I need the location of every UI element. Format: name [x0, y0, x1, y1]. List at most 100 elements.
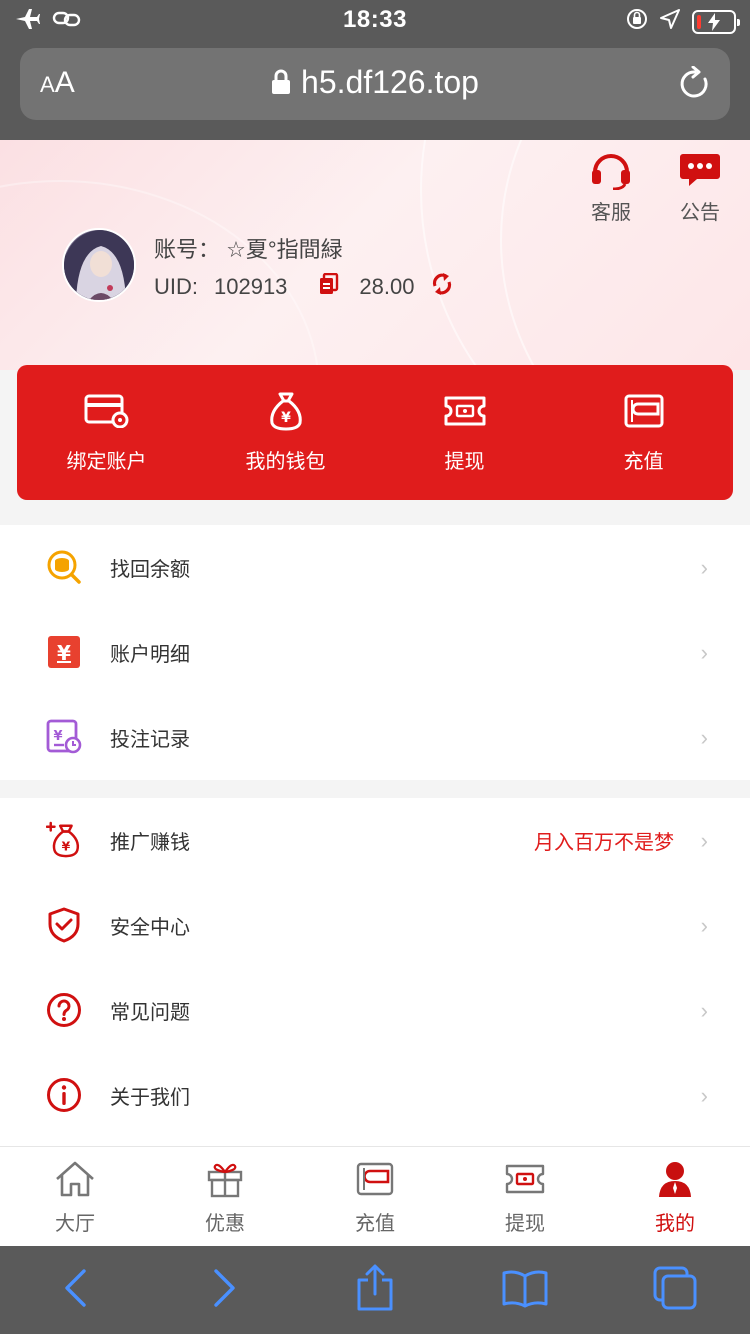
customer-service-label: 客服	[591, 202, 631, 224]
uid-label: UID:	[154, 274, 198, 299]
tabs-button[interactable]	[645, 1260, 705, 1320]
browser-toolbar	[0, 1246, 750, 1334]
tab-mine[interactable]: 我的	[600, 1147, 750, 1246]
lock-icon	[271, 66, 291, 103]
tab-label: 我的	[655, 1213, 695, 1235]
account-line: 账号： ☆夏°指間緑	[154, 232, 343, 264]
share-icon	[355, 1264, 395, 1317]
tabs-icon	[652, 1265, 698, 1316]
promo-slogan: 月入百万不是梦	[534, 832, 674, 854]
chevron-right-icon: ›	[700, 554, 708, 580]
uid-line: UID: 102913 28.00	[154, 272, 454, 302]
notice-label: 公告	[680, 202, 720, 224]
chevron-right-icon: ›	[700, 997, 708, 1023]
account-label: 账号：	[154, 237, 221, 262]
menu-item-about-us[interactable]: 关于我们 ›	[0, 1053, 750, 1138]
account-value: ☆夏°指間緑	[226, 237, 343, 262]
menu-item-recover-balance[interactable]: 找回余额 ›	[0, 525, 750, 610]
tab-label: 充值	[355, 1213, 395, 1235]
chevron-right-icon: ›	[700, 1082, 708, 1108]
svg-text:¥: ¥	[53, 729, 62, 744]
quick-action-label: 绑定账户	[66, 451, 147, 473]
status-bar: 18:33	[0, 0, 750, 44]
chevron-right-icon	[213, 1268, 237, 1313]
tab-label: 大厅	[55, 1213, 95, 1235]
avatar[interactable]	[62, 228, 136, 302]
chevron-right-icon: ›	[700, 724, 708, 750]
book-icon	[501, 1268, 549, 1313]
quick-action-label: 充值	[623, 451, 664, 473]
forward-button[interactable]	[195, 1260, 255, 1320]
browser-chrome-top: 18:33 AA h5.df126.top	[0, 0, 750, 140]
wallet-icon	[356, 1159, 394, 1199]
quick-action-label: 提现	[444, 451, 485, 473]
menu-item-label: 推广赚钱	[110, 832, 190, 854]
bookmarks-button[interactable]	[495, 1260, 555, 1320]
copy-icon[interactable]	[319, 272, 339, 301]
money-bag-icon: ¥	[266, 391, 306, 431]
tab-recharge[interactable]: 充值	[300, 1147, 450, 1246]
address-bar[interactable]: AA h5.df126.top	[20, 48, 730, 120]
menu-item-faq[interactable]: 常见问题 ›	[0, 968, 750, 1053]
menu-item-label: 账户明细	[110, 644, 190, 666]
customer-service-button[interactable]: 客服	[581, 150, 641, 225]
svg-text:¥: ¥	[281, 410, 291, 426]
uid-value: 102913	[214, 274, 288, 299]
url-text: h5.df126.top	[301, 64, 479, 100]
tab-label: 提现	[505, 1213, 545, 1235]
menu-item-account-details[interactable]: ¥ 账户明细 ›	[0, 610, 750, 695]
shield-check-icon	[46, 907, 82, 943]
menu-item-label: 关于我们	[110, 1087, 190, 1109]
chevron-right-icon: ›	[700, 827, 708, 853]
message-bubble-icon	[670, 150, 730, 190]
menu-item-label: 投注记录	[110, 729, 190, 751]
bind-card-icon	[84, 391, 130, 431]
menu-item-promote-earn[interactable]: ¥ 推广赚钱 月入百万不是梦 ›	[0, 798, 750, 883]
notice-button[interactable]: 公告	[670, 150, 730, 225]
chevron-left-icon	[63, 1268, 87, 1313]
menu-item-label: 常见问题	[110, 1002, 190, 1024]
svg-text:¥: ¥	[62, 839, 71, 853]
chevron-right-icon: ›	[700, 639, 708, 665]
chevron-right-icon: ›	[700, 912, 708, 938]
info-icon	[46, 1077, 82, 1113]
quick-actions-card: 绑定账户 ¥ 我的钱包 提现 充值	[17, 365, 733, 500]
user-icon	[656, 1159, 694, 1199]
recharge-button[interactable]: 充值	[554, 365, 733, 500]
back-button[interactable]	[45, 1260, 105, 1320]
tab-withdraw[interactable]: 提现	[450, 1147, 600, 1246]
menu-item-bet-records[interactable]: ¥ 投注记录 ›	[0, 695, 750, 780]
gift-icon	[206, 1159, 244, 1199]
quick-action-label: 我的钱包	[245, 451, 326, 473]
withdraw-ticket-icon	[443, 391, 487, 431]
home-icon	[54, 1159, 96, 1199]
menu-group-general: ¥ 推广赚钱 月入百万不是梦 › 安全中心 › 常见问题 › 关于我们 ›	[0, 798, 750, 1146]
tab-lobby[interactable]: 大厅	[0, 1147, 150, 1246]
my-wallet-button[interactable]: ¥ 我的钱包	[196, 365, 375, 500]
menu-item-security-center[interactable]: 安全中心 ›	[0, 883, 750, 968]
profile-header: 客服 公告 账号： ☆夏°指間緑 UID: 102913 28.00	[0, 140, 750, 370]
battery-icon	[692, 9, 740, 34]
withdraw-button[interactable]: 提现	[375, 365, 554, 500]
headset-icon	[581, 150, 641, 190]
url-display[interactable]: h5.df126.top	[20, 64, 730, 103]
wallet-icon	[624, 391, 664, 431]
menu-item-label: 找回余额	[110, 559, 190, 581]
menu-item-label: 安全中心	[110, 917, 190, 939]
location-icon	[660, 9, 680, 34]
refresh-balance-icon[interactable]	[430, 272, 454, 302]
coin-search-icon	[46, 549, 82, 585]
bind-account-button[interactable]: 绑定账户	[17, 365, 196, 500]
ledger-icon: ¥	[46, 634, 82, 670]
orientation-lock-icon	[626, 8, 648, 35]
tab-promotions[interactable]: 优惠	[150, 1147, 300, 1246]
reload-icon[interactable]	[678, 65, 712, 107]
question-icon	[46, 992, 82, 1028]
app-tab-bar: 大厅 优惠 充值 提现 我的	[0, 1146, 750, 1246]
bet-record-icon: ¥	[46, 719, 82, 755]
menu-group-account: 找回余额 › ¥ 账户明细 › ¥ 投注记录 ›	[0, 525, 750, 780]
share-button[interactable]	[345, 1260, 405, 1320]
balance-value: 28.00	[359, 274, 415, 299]
promote-bag-icon: ¥	[46, 821, 82, 858]
tab-label: 优惠	[205, 1213, 245, 1235]
